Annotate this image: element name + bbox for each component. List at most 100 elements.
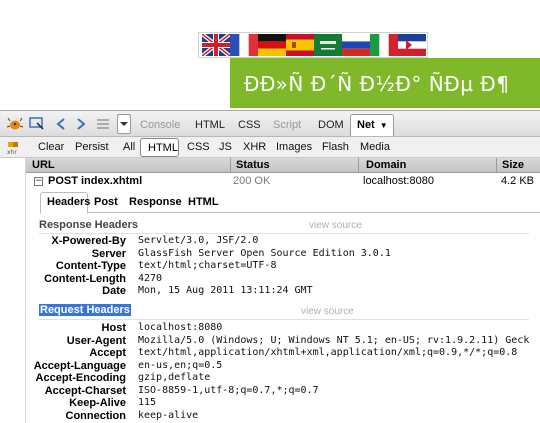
filter-images[interactable]: Images [276, 141, 312, 153]
request-view-source-link[interactable]: view source [301, 306, 354, 317]
header-name: User-Agent [66, 334, 126, 347]
spain-flag-icon[interactable] [286, 34, 314, 56]
header-row: Content-Length 4270 [26, 273, 540, 286]
header-name: Host [101, 322, 126, 334]
tab-console[interactable]: Console [140, 119, 180, 131]
request-details: Headers Post Response HTML Response Head… [26, 190, 540, 423]
header-name: Server [91, 247, 126, 260]
filter-media[interactable]: Media [360, 141, 390, 153]
tab-response[interactable]: Response [129, 196, 182, 208]
header-name: Accept-Charset [44, 384, 126, 397]
tab-net-label: Net [357, 119, 375, 131]
filter-all[interactable]: All [123, 141, 135, 153]
header-row: Accept-Language en-us,en;q=0.5 [26, 360, 540, 373]
header-value: text/html;charset=UTF-8 [138, 260, 277, 271]
xhr-breakpoint-icon[interactable]: xhr [6, 139, 22, 156]
tab-html[interactable]: HTML [195, 119, 225, 131]
header-value: gzip,deflate [138, 372, 211, 383]
header-value: GlassFish Server Open Source Edition 3.0… [138, 247, 391, 259]
france-flag-icon[interactable] [230, 34, 258, 56]
header-row: Server GlassFish Server Open Source Editi… [26, 248, 540, 261]
header-row: Keep-Alive 115 [26, 397, 540, 410]
header-value: ISO-8859-1,utf-8;q=0.7,*;q=0.7 [138, 384, 319, 396]
header-name: Keep-Alive [69, 397, 126, 409]
request-url: POST index.xhtml [48, 175, 143, 187]
uk-flag-icon[interactable] [202, 34, 230, 56]
filter-css[interactable]: CSS [187, 141, 210, 153]
tab-net[interactable]: Net ▼ [350, 114, 394, 136]
header-name: Content-Type [55, 260, 126, 272]
tab-css[interactable]: CSS [238, 119, 261, 131]
header-row: Host localhost:8080 [26, 322, 540, 335]
russia-flag-icon[interactable] [342, 34, 370, 56]
clear-button[interactable]: Clear [38, 141, 64, 153]
site-banner: ÐÐ»Ñ Ð´Ñ Ð½Ð° ÑÐµ Ð¶ [230, 58, 540, 108]
header-name: Connection [65, 409, 127, 422]
column-divider[interactable] [496, 158, 497, 173]
header-name: X-Powered-By [51, 235, 126, 247]
column-url[interactable]: URL [32, 159, 55, 171]
firebug-icon[interactable] [6, 116, 24, 132]
header-row: Date Mon, 15 Aug 2011 13:11:24 GMT [26, 285, 540, 298]
header-row: Accept-Charset ISO-8859-1,utf-8;q=0.7,*;q… [26, 385, 540, 398]
section-divider [39, 319, 529, 320]
net-filter-toolbar: xhr Clear Persist All HTML CSS JS XHR Im… [0, 137, 540, 158]
header-value: Mozilla/5.0 (Windows; U; Windows NT 5.1;… [138, 334, 530, 346]
header-row: X-Powered-By Servlet/3.0, JSF/2.0 [26, 235, 540, 248]
column-domain[interactable]: Domain [366, 159, 406, 171]
header-value: Servlet/3.0, JSF/2.0 [138, 235, 259, 246]
germany-flag-icon[interactable] [258, 34, 286, 56]
tab-post[interactable]: Post [94, 196, 118, 208]
filter-xhr[interactable]: XHR [243, 141, 266, 153]
header-value: keep-alive [138, 409, 199, 421]
saudi-flag-icon[interactable] [314, 34, 342, 56]
header-row: User-Agent Mozilla/5.0 (Windows; U; Windo… [26, 335, 540, 348]
header-value: 115 [138, 397, 157, 408]
persist-button[interactable]: Persist [75, 141, 109, 153]
filter-html-label: HTML [148, 142, 178, 154]
request-row[interactable]: − POST index.xhtml 200 OK localhost:8080… [26, 173, 540, 190]
tab-html-detail[interactable]: HTML [188, 196, 219, 208]
tab-script[interactable]: Script [273, 119, 301, 131]
header-name: Accept-Encoding [35, 372, 126, 384]
filter-js[interactable]: JS [219, 141, 232, 153]
forward-icon[interactable] [72, 116, 90, 132]
italy-flag-icon[interactable] [370, 34, 398, 56]
chevron-down-icon: ▼ [379, 121, 388, 130]
filter-flash[interactable]: Flash [322, 141, 349, 153]
request-headers-title[interactable]: Request Headers [39, 304, 131, 316]
column-divider[interactable] [230, 158, 231, 173]
collapse-icon[interactable]: − [34, 177, 43, 186]
header-name: Accept [89, 347, 126, 359]
banner-title: ÐÐ»Ñ Ð´Ñ Ð½Ð° ÑÐµ Ð¶ [244, 72, 510, 96]
filter-html[interactable]: HTML [140, 138, 179, 157]
request-status: 200 OK [233, 175, 271, 187]
header-name: Content-Length [44, 272, 126, 285]
header-row: Accept-Encoding gzip,deflate [26, 372, 540, 385]
inspect-icon[interactable] [28, 116, 46, 132]
header-row: Content-Type text/html;charset=UTF-8 [26, 260, 540, 273]
firebug-toolbar: Console HTML CSS Script DOM Net ▼ [0, 110, 540, 137]
header-value: 4270 [138, 272, 163, 284]
response-headers-title[interactable]: Response Headers [39, 219, 138, 231]
column-size[interactable]: Size [502, 159, 524, 171]
header-row: Connection keep-alive [26, 410, 540, 423]
column-divider[interactable] [358, 158, 359, 173]
list-icon[interactable] [94, 116, 112, 132]
svg-text:xhr: xhr [7, 149, 17, 155]
header-value: localhost:8080 [138, 322, 223, 333]
back-icon[interactable] [52, 116, 70, 132]
tab-dom[interactable]: DOM [318, 119, 344, 131]
header-value: Mon, 15 Aug 2011 13:11:24 GMT [138, 285, 313, 296]
column-status[interactable]: Status [236, 159, 270, 171]
panel-menu-icon[interactable] [117, 114, 131, 134]
request-domain: localhost:8080 [363, 175, 434, 187]
serbia-flag-icon[interactable] [398, 34, 426, 56]
header-value: en-us,en;q=0.5 [138, 359, 223, 371]
detail-tabs: Headers Post Response HTML [40, 192, 540, 214]
language-flags [198, 32, 428, 58]
response-view-source-link[interactable]: view source [309, 220, 362, 231]
tab-headers[interactable]: Headers [47, 196, 90, 208]
section-divider [39, 233, 529, 234]
net-column-header: URL Status Domain Size [26, 158, 540, 173]
